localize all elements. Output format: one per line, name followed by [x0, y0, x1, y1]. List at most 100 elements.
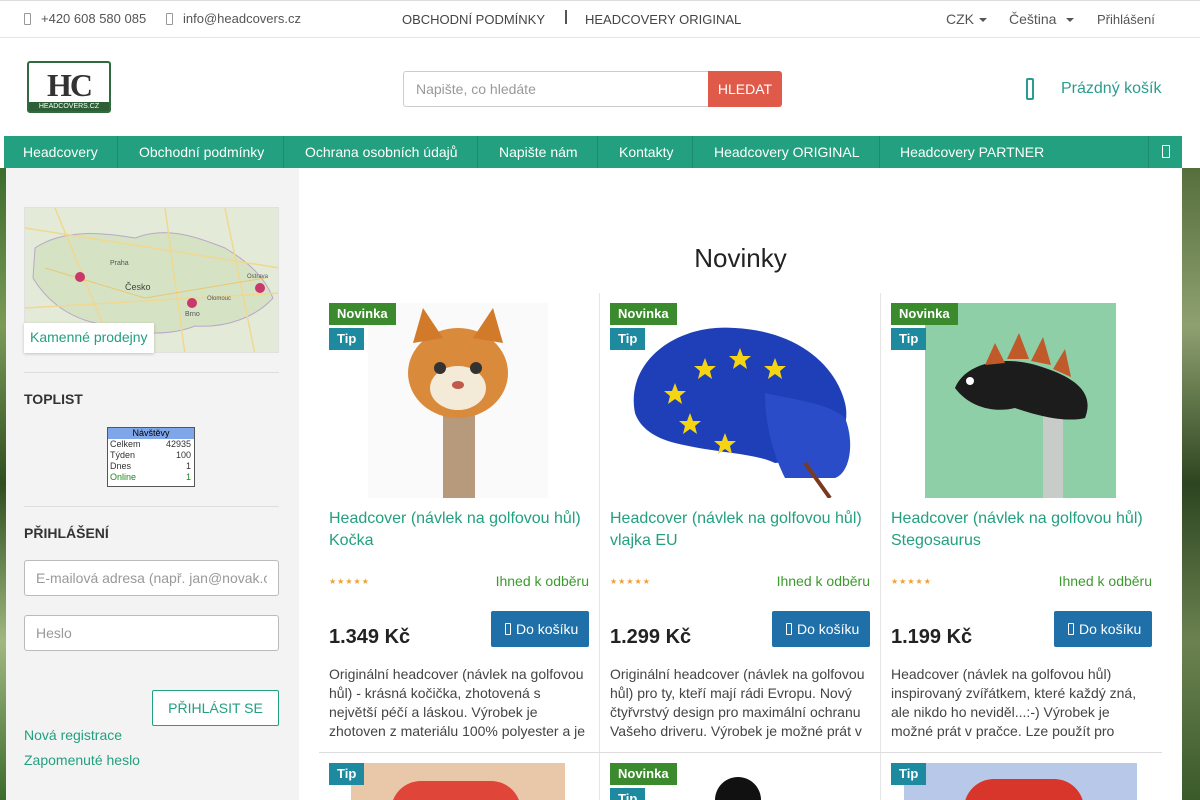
availability: Ihned k odběru: [495, 573, 589, 589]
login-link[interactable]: Přihlášení: [1097, 12, 1155, 27]
toplist-row: Celkem 42935: [110, 439, 191, 449]
divider: [565, 10, 567, 24]
badge-new: Novinka: [891, 303, 958, 325]
product-price: 1.199 Kč: [891, 626, 973, 648]
cart-link[interactable]: Prázdný košík: [1061, 80, 1161, 98]
product-image-stegosaurus[interactable]: [925, 303, 1116, 498]
search-button[interactable]: HLEDAT: [708, 71, 782, 107]
envelope-icon: [166, 13, 173, 25]
toplist-row: Online 1: [110, 472, 191, 482]
main-navigation: Headcovery Obchodní podmínky Ochrana oso…: [4, 136, 1182, 168]
search-input[interactable]: [403, 71, 709, 107]
stores-link[interactable]: Kamenné prodejny: [24, 323, 154, 353]
nav-more-button[interactable]: [1148, 136, 1182, 168]
product-description: Originální headcover (návlek na golfovou…: [329, 666, 586, 739]
page-background-right: [1182, 168, 1200, 800]
email-contact[interactable]: info@headcovers.cz: [166, 11, 301, 26]
phone-number: +420 608 580 085: [41, 11, 147, 26]
cart-icon: [1068, 623, 1074, 635]
map-place-praha: Praha: [110, 260, 129, 267]
toplist-row: Týden 100: [110, 450, 191, 460]
email-address: info@headcovers.cz: [183, 11, 301, 26]
map-place-brno: Brno: [185, 311, 200, 318]
product-image-cat[interactable]: [368, 303, 548, 498]
product-price: 1.299 Kč: [610, 626, 692, 648]
cart-icon: [786, 623, 792, 635]
product-description: Headcover (návlek na golfovou hůl) inspi…: [891, 666, 1137, 739]
email-field[interactable]: [24, 560, 279, 596]
nav-item-contacts[interactable]: Kontakty: [600, 136, 694, 168]
product-card[interactable]: Novinka Tip Headcover (návlek na golfovo…: [600, 293, 881, 753]
page-title: Novinky: [694, 243, 787, 273]
product-name[interactable]: Headcover (návlek na golfovou hůl) Kočka: [329, 508, 594, 552]
product-price: 1.349 Kč: [329, 626, 411, 648]
phone-icon: [24, 13, 31, 25]
link-terms[interactable]: OBCHODNÍ PODMÍNKY: [402, 12, 545, 27]
nav-item-privacy[interactable]: Ochrana osobních údajů: [286, 136, 478, 168]
currency-select[interactable]: CZK: [946, 11, 987, 27]
badge-tip: Tip: [610, 788, 646, 800]
badge-new: Novinka: [610, 303, 677, 325]
badge-new: Novinka: [610, 763, 677, 785]
product-image-eu-flag[interactable]: [615, 303, 862, 498]
phone-contact[interactable]: +420 608 580 085: [24, 11, 146, 26]
product-card[interactable]: Tip: [319, 753, 600, 800]
map-place-cesko: Česko: [125, 282, 151, 292]
nav-item-terms[interactable]: Obchodní podmínky: [120, 136, 285, 168]
link-headcovery-original[interactable]: HEADCOVERY ORIGINAL: [585, 12, 741, 27]
cart-icon: [505, 623, 511, 635]
nav-item-headcovery-original[interactable]: Headcovery ORIGINAL: [695, 136, 880, 168]
product-card[interactable]: Tip: [881, 753, 1162, 800]
chevron-down-icon: [979, 18, 987, 22]
availability: Ihned k odběru: [1058, 573, 1152, 589]
badge-tip: Tip: [610, 328, 646, 350]
nav-item-headcovery[interactable]: Headcovery: [4, 136, 118, 168]
logo-domain: HEADCOVERS.CZ: [29, 102, 109, 111]
rating-stars: ★★★★★: [891, 577, 932, 586]
product-name[interactable]: Headcover (návlek na golfovou hůl) Stego…: [891, 508, 1156, 552]
product-card[interactable]: Novinka Tip: [600, 753, 881, 800]
add-to-cart-button[interactable]: Do košíku: [1054, 611, 1152, 647]
badge-tip: Tip: [891, 763, 927, 785]
badge-new: Novinka: [329, 303, 396, 325]
product-name[interactable]: Headcover (návlek na golfovou hůl) vlajk…: [610, 508, 875, 552]
product-card[interactable]: Novinka Tip Headcover (návlek na golfovo…: [319, 293, 600, 753]
language-value: Čeština: [1009, 11, 1057, 27]
badge-tip: Tip: [329, 763, 365, 785]
site-logo[interactable]: HC HEADCOVERS.CZ: [27, 61, 111, 113]
rating-stars: ★★★★★: [329, 577, 370, 586]
language-select[interactable]: Čeština: [1009, 11, 1075, 27]
chevron-down-icon: [1066, 18, 1075, 22]
product-image[interactable]: [660, 763, 822, 800]
toplist-header: Návštěvy: [108, 428, 194, 439]
divider: [24, 372, 279, 373]
availability: Ihned k odběru: [776, 573, 870, 589]
forgot-password-link[interactable]: Zapomenuté heslo: [24, 752, 140, 768]
rating-stars: ★★★★★: [610, 577, 651, 586]
product-image[interactable]: [351, 763, 565, 800]
currency-value: CZK: [946, 11, 974, 27]
top-bar: +420 608 580 085 info@headcovers.cz OBCH…: [0, 0, 1200, 38]
product-description: Originální headcover (návlek na golfovou…: [610, 666, 865, 739]
product-image[interactable]: [904, 763, 1137, 800]
map-place-ostrava: Ostrava: [247, 274, 269, 280]
nav-item-write-us[interactable]: Napište nám: [480, 136, 598, 168]
logo-letters: HC: [47, 67, 93, 103]
add-to-cart-button[interactable]: Do košíku: [491, 611, 589, 647]
menu-icon: [1162, 145, 1170, 158]
toplist-counter[interactable]: Návštěvy Celkem 42935 Týden 100 Dnes 1 Onli…: [107, 427, 195, 487]
password-field[interactable]: [24, 615, 279, 651]
map-place-olomouc: Olomouc: [207, 296, 231, 302]
add-to-cart-button[interactable]: Do košíku: [772, 611, 870, 647]
badge-tip: Tip: [891, 328, 927, 350]
divider: [24, 506, 279, 507]
cart-icon[interactable]: [1026, 78, 1034, 100]
login-button[interactable]: PŘIHLÁSIT SE: [152, 690, 279, 726]
toplist-row: Dnes 1: [110, 461, 191, 471]
toplist-heading: TOPLIST: [24, 391, 83, 407]
login-heading: PŘIHLÁŠENÍ: [24, 525, 109, 541]
badge-tip: Tip: [329, 328, 365, 350]
product-card[interactable]: Novinka Tip Headcover (návlek na golfovo…: [881, 293, 1162, 753]
nav-item-headcovery-partner[interactable]: Headcovery PARTNER: [881, 136, 1063, 168]
register-link[interactable]: Nová registrace: [24, 727, 122, 743]
